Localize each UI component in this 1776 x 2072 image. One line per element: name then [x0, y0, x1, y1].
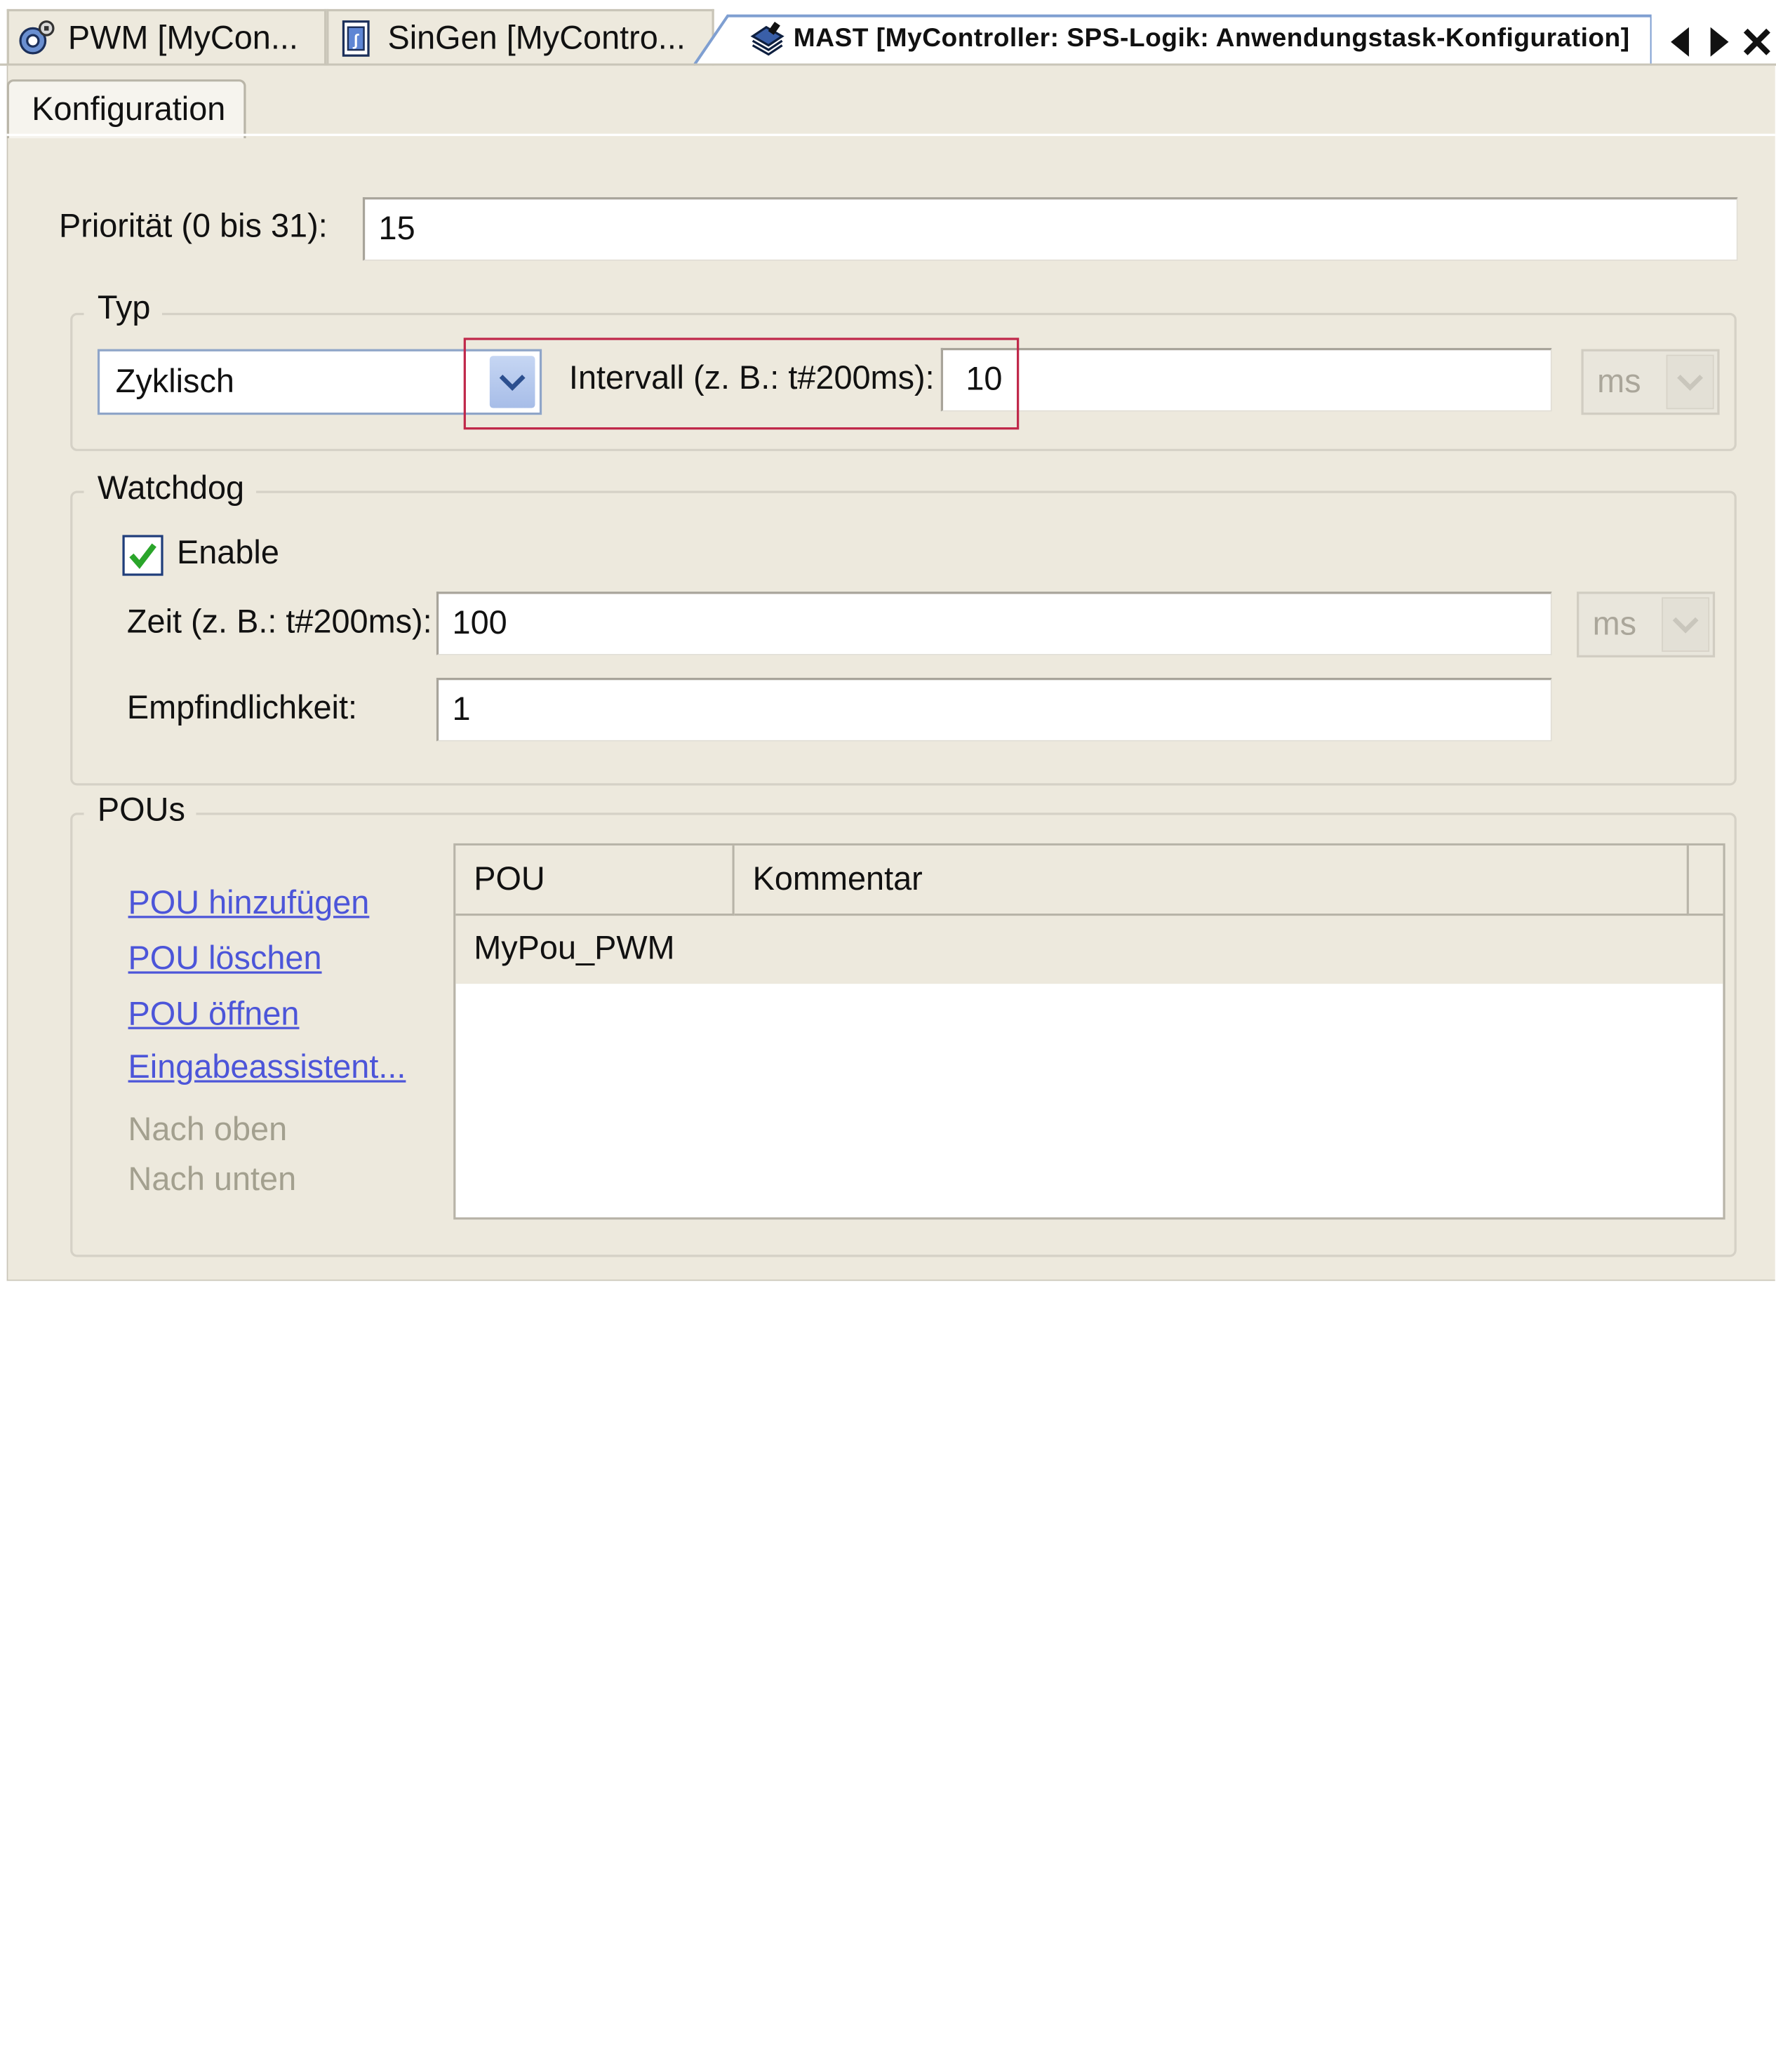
pou-table: POU Kommentar MyPou_PWM	[453, 843, 1725, 1220]
interval-unit-dropdown-button	[1666, 354, 1714, 410]
chevron-down-icon	[1672, 617, 1699, 634]
editor-window: PWM [MyCon... ∫ SinGen [MyContro... MAST…	[0, 0, 1776, 2072]
close-icon	[1743, 28, 1770, 55]
watchdog-time-input[interactable]: 100	[436, 591, 1552, 655]
checkmark-icon	[129, 543, 156, 569]
chevron-down-icon	[1677, 375, 1703, 392]
type-group-title: Typ	[84, 290, 162, 328]
column-header-comment[interactable]: Kommentar	[734, 845, 1689, 916]
sub-tab-divider	[6, 133, 1775, 136]
column-header-pou[interactable]: POU	[455, 845, 735, 916]
priority-input[interactable]: 15	[362, 197, 1738, 261]
tab-pwm[interactable]: PWM [MyCon...	[6, 8, 327, 66]
watchdog-unit-select: ms	[1577, 591, 1716, 657]
tab-mast-label: MAST [MyController: SPS-Logik: Anwendung…	[793, 22, 1630, 53]
close-tab-button[interactable]	[1740, 22, 1774, 61]
watchdog-unit-value: ms	[1592, 606, 1637, 643]
open-pou-link[interactable]: POU öffnen	[128, 996, 300, 1034]
tab-mast[interactable]: MAST [MyController: SPS-Logik: Anwendung…	[693, 13, 1652, 66]
tab-pwm-label: PWM [MyCon...	[67, 20, 298, 56]
delete-pou-link[interactable]: POU löschen	[128, 941, 322, 978]
sensitivity-input[interactable]: 1	[436, 678, 1552, 742]
table-row[interactable]: MyPou_PWM	[455, 916, 1723, 984]
move-up-action: Nach oben	[128, 1111, 288, 1149]
column-header-filler	[1688, 845, 1723, 916]
interval-unit-value: ms	[1597, 363, 1641, 401]
tab-konfiguration[interactable]: Konfiguration	[6, 79, 246, 139]
interval-unit-select: ms	[1581, 349, 1720, 415]
move-down-action: Nach unten	[128, 1161, 297, 1198]
tab-singen[interactable]: ∫ SinGen [MyContro...	[326, 8, 714, 66]
pou-name-cell: MyPou_PWM	[474, 930, 675, 967]
watchdog-time-label: Zeit (z. B.: t#200ms):	[126, 604, 432, 641]
tab-singen-label: SinGen [MyContro...	[387, 20, 686, 56]
watchdog-unit-dropdown-button	[1662, 597, 1710, 652]
interval-highlight-box	[463, 337, 1020, 430]
watchdog-enable-label: Enable	[177, 535, 279, 572]
add-pou-link[interactable]: POU hinzufügen	[128, 885, 370, 923]
priority-label: Priorität (0 bis 31):	[59, 208, 328, 245]
sensitivity-label: Empfindlichkeit:	[126, 690, 358, 727]
pous-group-title: POUs	[84, 792, 197, 830]
watchdog-enable-checkbox[interactable]	[122, 535, 163, 576]
scroll-tabs-left-button[interactable]	[1664, 22, 1695, 61]
task-type-value: Zyklisch	[115, 363, 234, 401]
scroll-tabs-right-button[interactable]	[1704, 22, 1735, 61]
watchdog-group-title: Watchdog	[84, 470, 256, 508]
input-assistant-link[interactable]: Eingabeassistent...	[128, 1050, 406, 1087]
program-icon: ∫	[335, 18, 376, 59]
interval-input[interactable]: 10	[940, 347, 1552, 412]
pwm-config-icon	[16, 18, 57, 59]
